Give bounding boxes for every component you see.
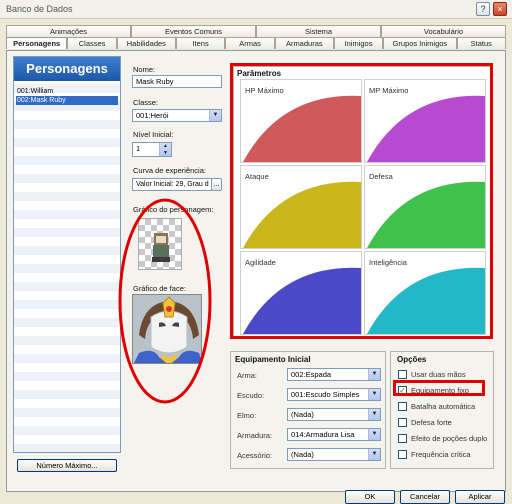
- equipment-title: Equipamento Inicial: [235, 355, 311, 364]
- annotation-rectangle-fixed-equipment: [393, 380, 485, 396]
- tab-itens[interactable]: Itens: [175, 37, 226, 49]
- chevron-down-icon[interactable]: ▼: [368, 369, 380, 380]
- equipment-select[interactable]: 002:Espada ▼: [287, 368, 381, 381]
- checkbox[interactable]: [398, 418, 407, 427]
- option-label: Efeito de poções duplo: [411, 434, 488, 443]
- equipment-value: (Nada): [291, 410, 314, 419]
- chevron-down-icon[interactable]: ▼: [368, 389, 380, 400]
- list-header: Personagens: [14, 57, 120, 81]
- option-row[interactable]: Batalha automática: [398, 402, 475, 411]
- option-label: Batalha automática: [411, 402, 476, 411]
- help-button[interactable]: ?: [476, 2, 490, 16]
- checkbox[interactable]: [398, 434, 407, 443]
- ok-button[interactable]: OK: [345, 490, 395, 504]
- cancel-button[interactable]: Cancelar: [400, 490, 450, 504]
- tab-sistema[interactable]: Sistema: [256, 25, 381, 37]
- checkbox[interactable]: [398, 402, 407, 411]
- chevron-down-icon[interactable]: ▼: [209, 110, 221, 121]
- option-label: Usar duas mãos: [411, 370, 466, 379]
- tab-vocabulario[interactable]: Vocabulário: [381, 25, 506, 37]
- tab-personagens[interactable]: Personagens: [6, 37, 68, 49]
- tab-animacoes[interactable]: Animações: [6, 25, 131, 37]
- list-item-selected[interactable]: 002:Mask Ruby: [16, 96, 118, 105]
- equipment-select[interactable]: (Nada) ▼: [287, 408, 381, 421]
- max-number-button[interactable]: Número Máximo...: [17, 459, 117, 472]
- equipment-value: 002:Espada: [291, 370, 332, 379]
- exp-curve-field[interactable]: Valor Inicial: 29, Grau d: [132, 178, 212, 191]
- chevron-down-icon[interactable]: ▼: [368, 409, 380, 420]
- option-row[interactable]: Frequência crítica: [398, 450, 471, 459]
- exp-curve-label: Curva de experiência:: [133, 166, 206, 175]
- option-row[interactable]: Efeito de poções duplo: [398, 434, 487, 443]
- level-stepper[interactable]: 1 ▲ ▼: [132, 142, 172, 157]
- tab-grupos-inimigos[interactable]: Grupos Inimigos: [383, 37, 457, 49]
- window-title: Banco de Dados: [6, 4, 73, 14]
- option-row[interactable]: Usar duas mãos: [398, 370, 466, 379]
- checkbox[interactable]: [398, 450, 407, 459]
- tab-status[interactable]: Status: [456, 37, 506, 49]
- equipment-value: 001:Escudo Simples: [291, 390, 360, 399]
- options-group: Opções Usar duas mãos ✓ Equipamento fixo Ba…: [390, 351, 494, 469]
- equipment-value: (Nada): [291, 450, 314, 459]
- tab-row-2: Personagens Classes Habilidades Itens Ar…: [6, 37, 506, 49]
- level-label: Nível Inicial:: [133, 130, 174, 139]
- equipment-value: 014:Armadura Lisa: [291, 430, 355, 439]
- tab-habilidades[interactable]: Habilidades: [116, 37, 176, 49]
- option-label: Frequência crítica: [411, 450, 471, 459]
- equipment-label: Arma:: [237, 371, 258, 380]
- tab-eventos-comuns[interactable]: Eventos Comuns: [131, 25, 256, 37]
- level-value: 1: [136, 144, 141, 153]
- tab-inimigos[interactable]: Inimigos: [333, 37, 384, 49]
- equipment-label: Escudo:: [237, 391, 265, 400]
- equipment-label: Armadura:: [237, 431, 273, 440]
- tab-row-1: Animações Eventos Comuns Sistema Vocabul…: [6, 25, 506, 37]
- class-label: Classe:: [133, 98, 159, 107]
- option-label: Defesa forte: [411, 418, 452, 427]
- annotation-ellipse: [118, 198, 212, 404]
- options-title: Opções: [397, 355, 427, 364]
- exp-curve-button[interactable]: ...: [211, 178, 222, 191]
- apply-button[interactable]: Aplicar: [455, 490, 505, 504]
- name-field[interactable]: Mask Ruby: [132, 75, 222, 88]
- close-button[interactable]: ×: [493, 2, 507, 16]
- checkbox[interactable]: [398, 370, 407, 379]
- tab-armas[interactable]: Armas: [225, 37, 275, 49]
- class-select[interactable]: 001:Herói ▼: [132, 109, 222, 122]
- annotation-rectangle-params: [230, 63, 493, 339]
- character-list[interactable]: Personagens 001:William 002:Mask Ruby: [13, 56, 121, 453]
- chevron-down-icon[interactable]: ▼: [368, 449, 380, 460]
- option-row[interactable]: Defesa forte: [398, 418, 452, 427]
- tab-armaduras[interactable]: Armaduras: [274, 37, 334, 49]
- name-label: Nome:: [133, 65, 156, 74]
- equipment-group: Equipamento Inicial Arma: 002:Espada ▼ Escu…: [230, 351, 386, 469]
- equipment-select[interactable]: 001:Escudo Simples ▼: [287, 388, 381, 401]
- list-item[interactable]: 001:William: [16, 87, 118, 96]
- equipment-select[interactable]: (Nada) ▼: [287, 448, 381, 461]
- equipment-label: Elmo:: [237, 411, 257, 420]
- title-bar: Banco de Dados ? ×: [0, 0, 512, 19]
- class-value: 001:Herói: [136, 111, 169, 120]
- chevron-down-icon[interactable]: ▼: [368, 429, 380, 440]
- spin-arrows-icon[interactable]: ▲ ▼: [159, 143, 171, 156]
- tab-classes[interactable]: Classes: [67, 37, 117, 49]
- equipment-label: Acessório:: [237, 451, 273, 460]
- equipment-select[interactable]: 014:Armadura Lisa ▼: [287, 428, 381, 441]
